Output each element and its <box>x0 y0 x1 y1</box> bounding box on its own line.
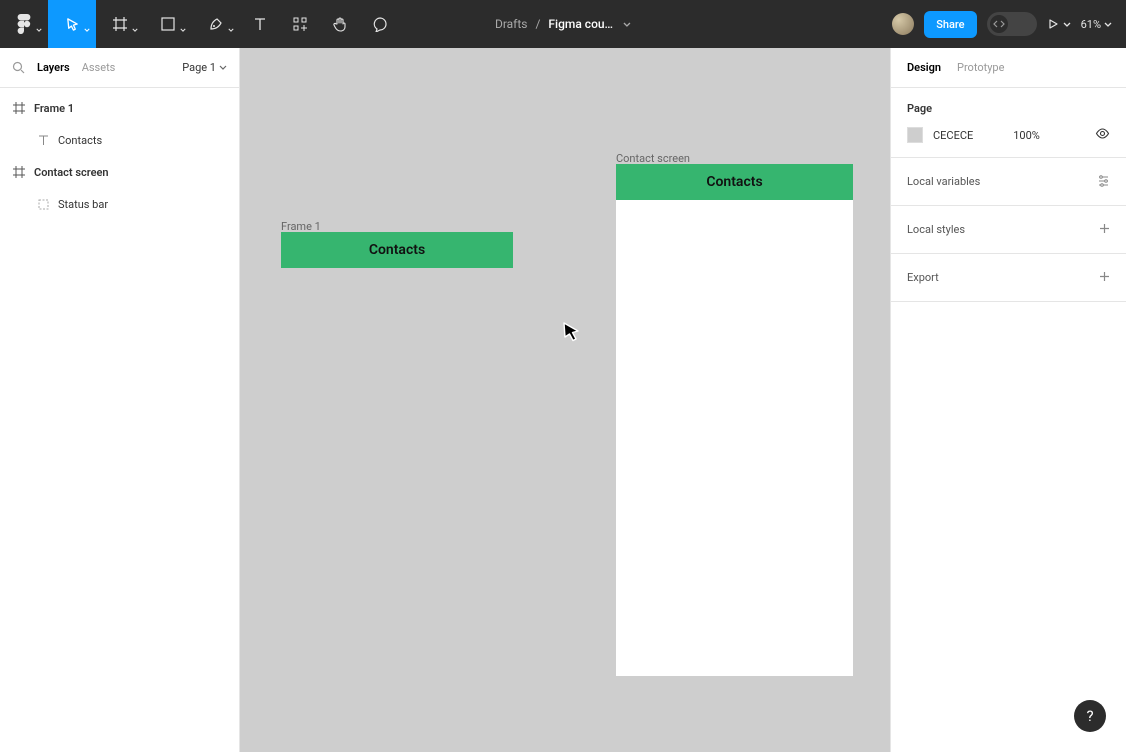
local-styles-label: Local styles <box>907 223 965 236</box>
resources-button[interactable] <box>280 0 320 48</box>
frame-icon <box>12 101 26 115</box>
breadcrumb-separator: / <box>535 17 540 31</box>
frame-icon <box>12 165 26 179</box>
comment-tool-button[interactable] <box>360 0 400 48</box>
chevron-down-icon <box>132 28 138 32</box>
hand-icon <box>332 16 348 32</box>
top-toolbar: Drafts / Figma cou… Share 61% <box>0 0 1126 48</box>
code-icon <box>993 19 1005 29</box>
chevron-down-icon <box>228 28 234 32</box>
left-panel: Layers Assets Page 1 Frame 1 Contacts <box>0 48 240 752</box>
plus-icon <box>1099 223 1110 237</box>
shape-tool-button[interactable] <box>144 0 192 48</box>
color-hex-value[interactable]: CECECE <box>933 129 973 142</box>
group-icon <box>36 197 50 211</box>
pen-tool-button[interactable] <box>192 0 240 48</box>
page-selector[interactable]: Page 1 <box>182 61 227 74</box>
right-panel: Design Prototype Page CECECE 100% Local … <box>890 48 1126 752</box>
layer-label: Contact screen <box>34 166 109 179</box>
toolbar-title: Drafts / Figma cou… <box>495 17 631 31</box>
local-variables-label: Local variables <box>907 175 980 188</box>
help-icon: ? <box>1086 707 1093 725</box>
text-icon <box>36 133 50 147</box>
chevron-down-icon <box>180 28 186 32</box>
user-avatar[interactable] <box>892 13 914 35</box>
main-menu-button[interactable] <box>0 0 48 48</box>
chevron-down-icon[interactable] <box>623 22 631 27</box>
layer-frame-1[interactable]: Frame 1 <box>0 92 239 124</box>
present-button[interactable] <box>1047 18 1071 30</box>
canvas[interactable]: Frame 1 Contacts Contact screen Contacts <box>240 48 890 752</box>
toolbar-left-group <box>0 0 400 48</box>
zoom-value: 61% <box>1081 18 1101 31</box>
pen-icon <box>208 16 224 32</box>
layer-label: Status bar <box>58 198 108 211</box>
cursor-icon <box>65 17 80 32</box>
chevron-down-icon <box>84 28 90 32</box>
dev-mode-toggle[interactable] <box>987 12 1037 36</box>
file-name-label[interactable]: Figma cou… <box>548 17 613 31</box>
frame-1[interactable]: Contacts <box>281 232 513 268</box>
layers-tree: Frame 1 Contacts Contact screen Status b… <box>0 88 239 220</box>
contact-screen-frame[interactable]: Contacts <box>616 164 853 676</box>
mouse-cursor-icon <box>560 320 584 344</box>
page-section-title: Page <box>907 102 1110 115</box>
figma-logo-icon <box>17 14 31 34</box>
comment-icon <box>372 16 388 32</box>
zoom-menu[interactable]: 61% <box>1081 18 1112 31</box>
text-icon <box>253 17 267 31</box>
layer-label: Frame 1 <box>34 102 74 115</box>
settings-sliders-icon <box>1097 174 1110 190</box>
layer-status-bar[interactable]: Status bar <box>0 188 239 220</box>
resources-icon <box>292 16 308 32</box>
export-label: Export <box>907 271 939 284</box>
plus-icon <box>1099 271 1110 285</box>
layer-contact-screen[interactable]: Contact screen <box>0 156 239 188</box>
contact-screen-header: Contacts <box>616 164 853 200</box>
frame-1-text: Contacts <box>369 242 425 258</box>
prototype-tab[interactable]: Prototype <box>957 61 1004 74</box>
right-panel-tabs: Design Prototype <box>891 48 1126 88</box>
frame-icon <box>112 16 128 32</box>
help-button[interactable]: ? <box>1074 700 1106 732</box>
hand-tool-button[interactable] <box>320 0 360 48</box>
local-variables-row[interactable]: Local variables <box>891 158 1126 206</box>
assets-tab[interactable]: Assets <box>82 61 116 74</box>
chevron-down-icon <box>1104 22 1112 27</box>
move-tool-button[interactable] <box>48 0 96 48</box>
color-opacity-value[interactable]: 100% <box>1013 129 1040 142</box>
search-icon[interactable] <box>12 61 25 74</box>
eye-icon <box>1095 128 1110 139</box>
design-tab[interactable]: Design <box>907 61 941 74</box>
chevron-down-icon <box>36 28 42 32</box>
play-icon <box>1047 18 1059 30</box>
local-styles-row[interactable]: Local styles <box>891 206 1126 254</box>
visibility-toggle[interactable] <box>1095 128 1110 142</box>
chevron-down-icon <box>1063 22 1071 27</box>
left-panel-header: Layers Assets Page 1 <box>0 48 239 88</box>
main-area: Layers Assets Page 1 Frame 1 Contacts <box>0 48 1126 752</box>
export-row[interactable]: Export <box>891 254 1126 302</box>
project-folder-link[interactable]: Drafts <box>495 17 528 31</box>
page-background-row[interactable]: CECECE 100% <box>907 127 1110 143</box>
page-section: Page CECECE 100% <box>891 88 1126 158</box>
layer-label: Contacts <box>58 134 102 147</box>
layer-contacts-text[interactable]: Contacts <box>0 124 239 156</box>
text-tool-button[interactable] <box>240 0 280 48</box>
layers-tab[interactable]: Layers <box>37 61 70 74</box>
share-button[interactable]: Share <box>924 11 976 38</box>
toolbar-right-group: Share 61% <box>892 11 1126 38</box>
color-swatch[interactable] <box>907 127 923 143</box>
contact-screen-header-text: Contacts <box>706 174 762 190</box>
page-label: Page 1 <box>182 61 216 74</box>
chevron-down-icon <box>219 65 227 70</box>
frame-tool-button[interactable] <box>96 0 144 48</box>
dev-mode-knob <box>990 15 1008 33</box>
rectangle-icon <box>161 17 175 31</box>
